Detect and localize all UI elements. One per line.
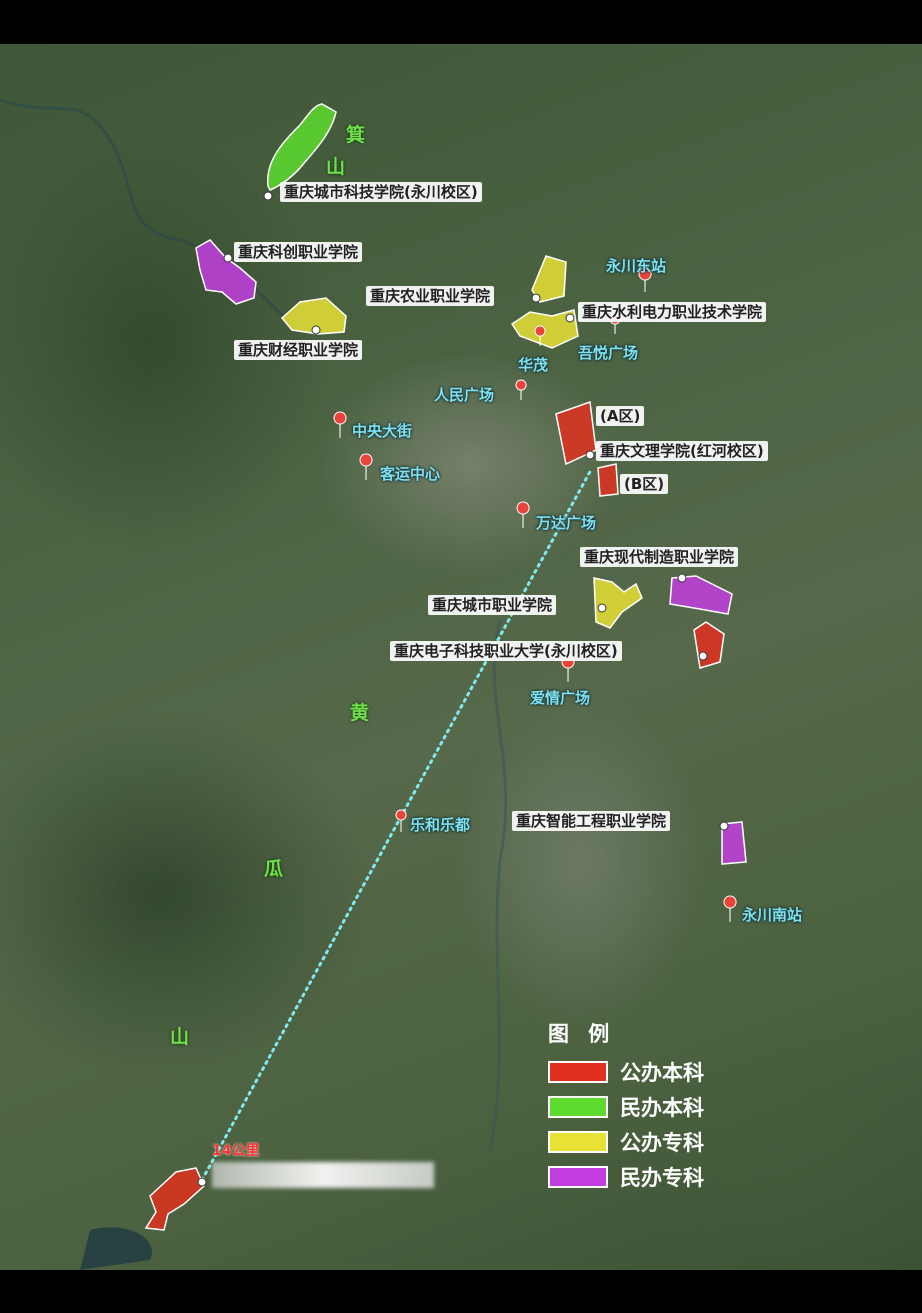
poi-label-huamao[interactable]: 华茂: [518, 356, 548, 374]
poi-label-aiqing[interactable]: 爱情广场: [530, 689, 590, 707]
campus-label-caijing[interactable]: 重庆财经职业学院: [234, 340, 363, 360]
legend-swatch: [548, 1165, 608, 1188]
poi-label-wanda[interactable]: 万达广场: [536, 514, 596, 532]
poi-label-yongchuan-south[interactable]: 永川南站: [742, 906, 802, 924]
legend-item: 民办专科: [548, 1159, 704, 1194]
location-pin-icon: [723, 895, 737, 923]
legend-swatch: [548, 1095, 608, 1118]
legend-label: 公办本科: [620, 1060, 704, 1085]
legend-item: 民办本科: [548, 1089, 704, 1124]
blurred-redaction: [212, 1162, 434, 1188]
campus-area-xiandai-zhizao: [669, 575, 733, 615]
top-black-bar: [0, 0, 922, 44]
marker-dot: [197, 1177, 207, 1187]
campus-label-wenli[interactable]: 重庆文理学院(红河校区): [596, 441, 768, 461]
legend-label: 公办专科: [620, 1130, 704, 1155]
campus-area-wenli-b: [597, 463, 619, 497]
campus-label-dianzi-keji[interactable]: 重庆电子科技职业大学(永川校区): [390, 641, 622, 661]
marker-dot: [677, 573, 687, 583]
marker-dot: [719, 821, 729, 831]
river-south: [488, 619, 508, 1151]
map-legend: 图 例 公办本科 民办本科 公办专科 民办专科: [548, 1018, 704, 1194]
marker-dot: [531, 293, 541, 303]
legend-title: 图 例: [548, 1022, 616, 1046]
campus-area-dianzi-keji: [693, 621, 725, 669]
marker-dot: [698, 651, 708, 661]
poi-label-renmin[interactable]: 人民广场: [434, 386, 494, 404]
mountain-label-huang: 黄: [350, 702, 370, 724]
marker-dot: [597, 603, 607, 613]
mountain-label-shan: 山: [170, 1026, 190, 1048]
distance-label: 14公里: [212, 1143, 260, 1159]
poi-label-lehe[interactable]: 乐和乐都: [410, 816, 470, 834]
legend-item: 公办专科: [548, 1124, 704, 1159]
poi-label-zhongyang[interactable]: 中央大街: [352, 422, 412, 440]
marker-dot: [565, 313, 575, 323]
marker-dot: [223, 253, 233, 263]
legend-label: 民办本科: [620, 1095, 704, 1120]
marker-dot: [311, 325, 321, 335]
poi-label-wuyue[interactable]: 吾悦广场: [578, 344, 638, 362]
location-pin-icon: [359, 453, 373, 481]
campus-area-chengshi-zhiye: [593, 577, 643, 629]
campus-label-chengshi-zhiye[interactable]: 重庆城市职业学院: [428, 595, 557, 615]
location-pin-icon: [516, 501, 530, 529]
marker-dot: [263, 191, 273, 201]
reservoir: [80, 1227, 152, 1270]
location-pin-icon: [515, 379, 527, 401]
legend-swatch: [548, 1130, 608, 1153]
campus-label-xiandai-zhizao[interactable]: 重庆现代制造职业学院: [580, 547, 739, 567]
location-pin-icon: [333, 411, 347, 439]
campus-label-nongye[interactable]: 重庆农业职业学院: [366, 286, 495, 306]
campus-label-zhineng[interactable]: 重庆智能工程职业学院: [512, 811, 671, 831]
mountain-label-ji: 箕: [346, 124, 366, 146]
campus-area-south: [144, 1167, 205, 1231]
campus-label-wenli-a[interactable]: (A区): [596, 406, 645, 426]
poi-label-keyun[interactable]: 客运中心: [380, 465, 440, 483]
satellite-map[interactable]: 箕 山 黄 瓜 山 重庆城市科技学院(永川校区) 重庆科创职业学院 重庆财经职业…: [0, 44, 922, 1270]
mountain-label-gua: 瓜: [264, 858, 284, 880]
campus-label-wenli-b[interactable]: (B区): [620, 474, 669, 494]
bottom-black-bar: [0, 1270, 922, 1313]
campus-label-kechuang[interactable]: 重庆科创职业学院: [234, 242, 363, 262]
mountain-label-ji-shan: 山: [326, 156, 346, 178]
marker-dot: [585, 450, 595, 460]
legend-item: 公办本科: [548, 1054, 704, 1089]
legend-label: 民办专科: [620, 1165, 704, 1190]
poi-label-yongchuan-east[interactable]: 永川东站: [606, 257, 666, 275]
legend-swatch: [548, 1060, 608, 1083]
campus-label-shuili[interactable]: 重庆水利电力职业技术学院: [578, 302, 767, 322]
campus-label-chengshi-keji[interactable]: 重庆城市科技学院(永川校区): [280, 182, 482, 202]
